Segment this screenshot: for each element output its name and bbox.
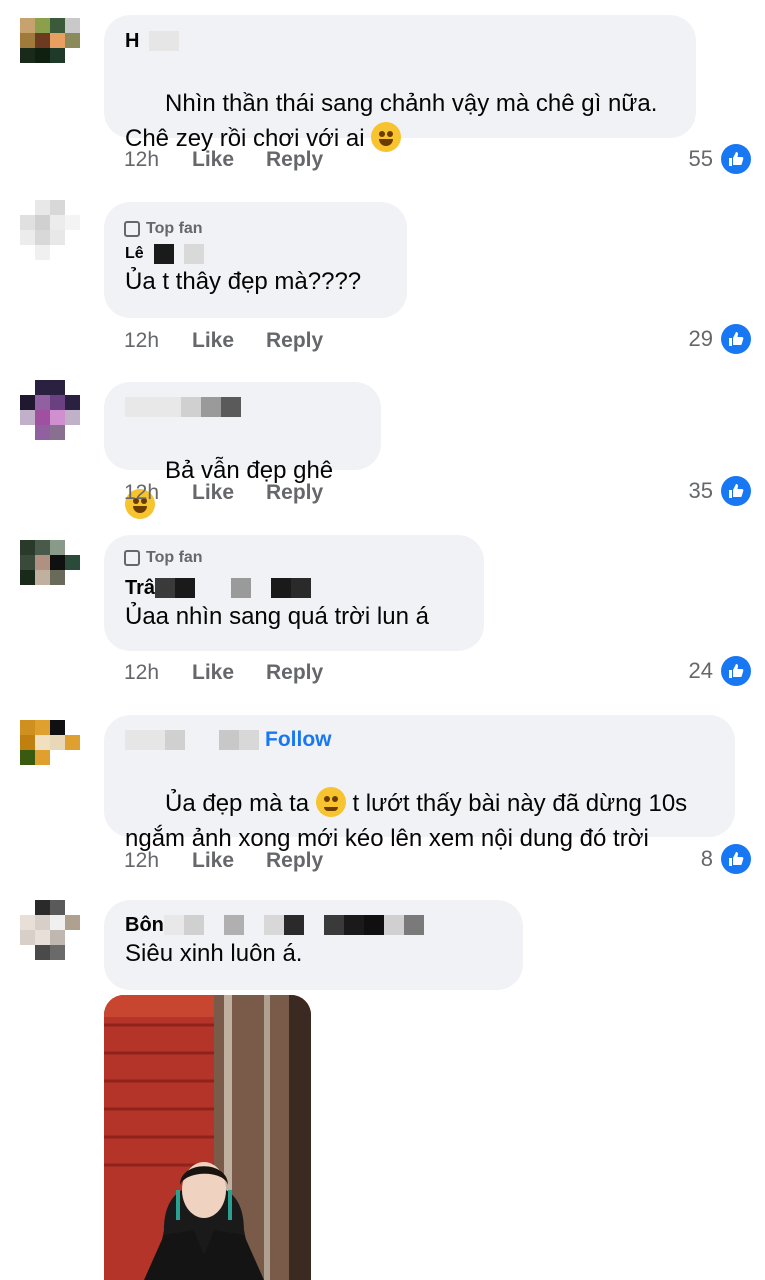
reply-button[interactable]: Reply [266,329,323,353]
reply-button[interactable]: Reply [266,661,323,685]
star-struck-emoji-icon [371,122,402,152]
author-name[interactable]: Bôn [125,914,501,936]
comment-bubble: Top fan Trâ Ủaa nhìn sang quá trời lun á [104,535,484,651]
avatar[interactable] [20,380,80,440]
reaction-count[interactable]: 24 [689,656,751,686]
timestamp: 12h [124,148,160,171]
comment-bubble: Top fan Lê Ủa t thây đẹp mà???? [104,202,407,318]
comment-text: Siêu xinh luôn á. [125,940,303,967]
comment-text: Ủa t thây đẹp mà???? [125,268,362,295]
reaction-count-label: 35 [688,478,713,503]
globe-icon [124,221,140,237]
comment-bubble: Bôn Siêu xinh luôn á. [104,900,523,990]
reply-button[interactable]: Reply [266,148,323,172]
like-button[interactable]: Like [192,661,266,685]
like-button[interactable]: Like [192,849,266,873]
author-name[interactable]: Lê [125,244,385,264]
comment-actions: 12h Like Reply [124,148,323,172]
timestamp: 12h [124,849,160,872]
reaction-count-label: 55 [688,146,713,171]
reaction-count-label: 24 [688,658,713,683]
like-thumb-icon [721,324,751,354]
reply-button[interactable]: Reply [266,849,323,873]
like-thumb-icon [721,144,751,174]
reaction-count[interactable]: 55 [689,144,751,174]
like-button[interactable]: Like [192,329,266,353]
author-name[interactable]: Trâ [125,577,462,599]
like-thumb-icon [721,844,751,874]
reply-button[interactable]: Reply [266,481,323,505]
avatar[interactable] [20,200,80,260]
comment-bubble: Bả vẫn đẹp ghê [104,382,381,519]
reaction-count-label: 29 [688,326,713,351]
reaction-count[interactable]: 35 [689,476,751,506]
comment-actions: 12h Like Reply [124,481,323,505]
reaction-count[interactable]: 8 [701,844,751,874]
follow-button[interactable]: Follow [265,728,332,752]
like-button[interactable]: Like [192,148,266,172]
author-name[interactable] [125,396,359,418]
comment-bubble: H Nhìn thần thái sang chảnh vậy mà chê g… [104,15,696,152]
comment-photo[interactable] [104,995,311,1280]
globe-icon [124,550,140,566]
reaction-count-label: 8 [700,846,713,871]
reaction-count[interactable]: 29 [689,324,751,354]
author-name[interactable]: H [125,29,674,53]
avatar[interactable] [20,720,80,780]
timestamp: 12h [124,481,160,504]
comment-bubble: Follow Ủa đẹp mà ta t lướt thấy bài này … [104,715,735,852]
like-button[interactable]: Like [192,481,266,505]
timestamp: 12h [124,329,160,352]
like-thumb-icon [721,476,751,506]
comment-actions: 12h Like Reply [124,329,323,353]
like-thumb-icon [721,656,751,686]
author-name[interactable]: Follow [125,728,713,752]
avatar[interactable] [20,18,80,78]
avatar[interactable] [20,900,80,960]
timestamp: 12h [124,661,160,684]
top-fan-badge: Top fan [124,549,203,567]
comment-actions: 12h Like Reply [124,849,323,873]
pleading-face-emoji-icon [315,787,346,817]
avatar[interactable] [20,540,80,600]
comment-text: Ủaa nhìn sang quá trời lun á [125,603,429,630]
top-fan-badge: Top fan [124,220,203,238]
comment-actions: 12h Like Reply [124,661,323,685]
